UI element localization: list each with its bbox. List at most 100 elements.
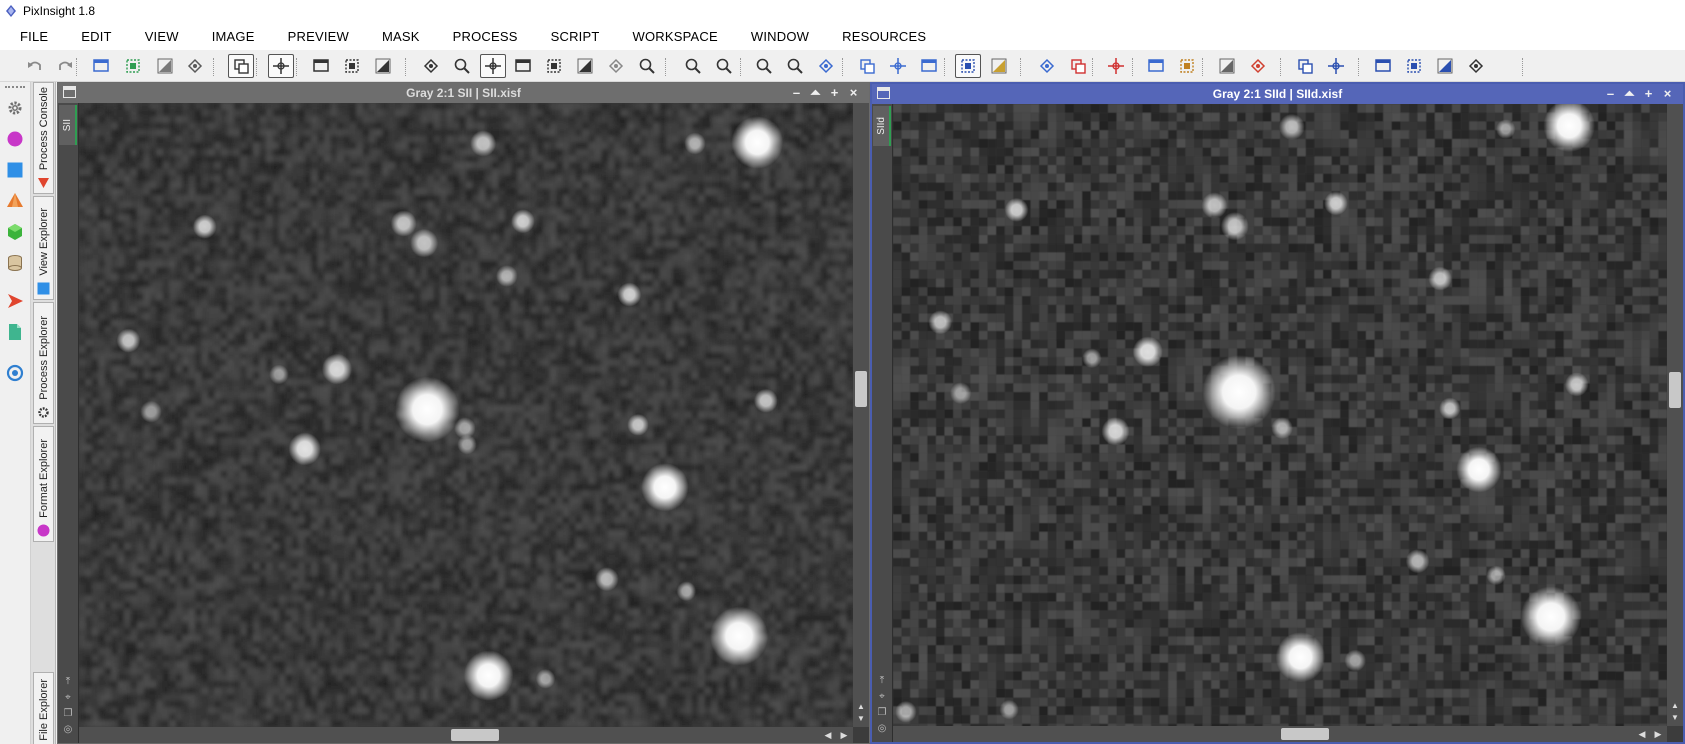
scroll-right-icon[interactable]: ▶ bbox=[1651, 726, 1665, 742]
center-button[interactable] bbox=[510, 54, 536, 78]
scroll-up-icon[interactable]: ▲ bbox=[1667, 700, 1683, 712]
fit-window-button[interactable] bbox=[854, 54, 880, 78]
autostretch-button[interactable] bbox=[916, 54, 942, 78]
menu-item-view[interactable]: VIEW bbox=[135, 25, 189, 48]
red-arrow-icon[interactable] bbox=[6, 292, 24, 310]
preview-new-button[interactable] bbox=[1143, 54, 1169, 78]
scroll-up-icon[interactable]: ▲ bbox=[853, 701, 869, 713]
image-viewport[interactable] bbox=[893, 104, 1667, 726]
mirror-h-button[interactable] bbox=[1401, 54, 1427, 78]
undo-button[interactable] bbox=[22, 54, 48, 78]
stretch-button[interactable] bbox=[885, 54, 911, 78]
vertical-scrollbar[interactable]: ▲ ▼ bbox=[853, 103, 869, 727]
star-field-image[interactable] bbox=[79, 103, 853, 727]
tab-process-console[interactable]: Process Console bbox=[33, 82, 54, 194]
database-icon[interactable] bbox=[6, 254, 24, 272]
close-button[interactable]: × bbox=[844, 83, 863, 103]
toolbar-grip[interactable] bbox=[5, 86, 25, 90]
view-button[interactable] bbox=[339, 54, 365, 78]
gear-icon[interactable] bbox=[6, 99, 24, 117]
clone-button[interactable] bbox=[268, 54, 294, 78]
view-tab-sii[interactable]: SII bbox=[59, 105, 77, 145]
tab-format-explorer[interactable]: Format Explorer bbox=[33, 426, 54, 542]
select-button[interactable] bbox=[603, 54, 629, 78]
image-window-sii[interactable]: Gray 2:1 SII | SII.xisf – ⏶ + × SII ⤒ ⌖ … bbox=[57, 82, 870, 744]
identifier-button[interactable] bbox=[88, 54, 114, 78]
scroll-right-icon[interactable]: ▶ bbox=[837, 727, 851, 743]
magenta-circle-icon[interactable] bbox=[6, 130, 24, 148]
star-field-image[interactable] bbox=[893, 104, 1667, 726]
window-title-bar[interactable]: Gray 2:1 SII | SII.xisf – ⏶ + × bbox=[58, 83, 869, 103]
horizontal-scroll-thumb[interactable] bbox=[451, 729, 499, 741]
blue-square-icon[interactable] bbox=[6, 161, 24, 179]
gray-button[interactable] bbox=[1214, 54, 1240, 78]
pan-button[interactable] bbox=[480, 54, 506, 78]
scroll-left-icon[interactable]: ◀ bbox=[821, 727, 835, 743]
menu-item-file[interactable]: FILE bbox=[10, 25, 58, 48]
hide-button[interactable] bbox=[152, 54, 178, 78]
shade-button[interactable]: ⏶ bbox=[806, 83, 825, 103]
new-instance-button[interactable] bbox=[228, 54, 254, 78]
crop-button[interactable] bbox=[1463, 54, 1489, 78]
menu-item-script[interactable]: SCRIPT bbox=[541, 25, 610, 48]
maximize-button[interactable]: + bbox=[825, 83, 844, 103]
menu-item-workspace[interactable]: WORKSPACE bbox=[623, 25, 728, 48]
preview-button[interactable] bbox=[541, 54, 567, 78]
screen-button[interactable] bbox=[955, 54, 981, 78]
redo-button[interactable] bbox=[52, 54, 78, 78]
mirror-v-button[interactable] bbox=[1432, 54, 1458, 78]
green-cube-icon[interactable] bbox=[6, 223, 24, 241]
readout-button[interactable] bbox=[418, 54, 444, 78]
minimize-button[interactable]: – bbox=[1601, 84, 1620, 104]
menu-item-resources[interactable]: RESOURCES bbox=[832, 25, 936, 48]
horizontal-scrollbar[interactable]: ◀ ▶ bbox=[79, 727, 853, 743]
scroll-down-icon[interactable]: ▼ bbox=[853, 713, 869, 725]
shade-button[interactable]: ⏶ bbox=[1620, 84, 1639, 104]
tab-file-explorer[interactable]: File Explorer bbox=[33, 672, 54, 744]
menu-item-preview[interactable]: PREVIEW bbox=[278, 25, 359, 48]
tool-copy-icon[interactable]: ❐ bbox=[61, 707, 75, 721]
horizontal-scroll-thumb[interactable] bbox=[1281, 728, 1329, 740]
tool-up-icon[interactable]: ⤒ bbox=[61, 675, 75, 689]
image-viewport[interactable] bbox=[79, 103, 853, 727]
color-button[interactable] bbox=[1245, 54, 1271, 78]
menu-item-process[interactable]: PROCESS bbox=[443, 25, 528, 48]
close-button[interactable]: × bbox=[1658, 84, 1677, 104]
menu-item-edit[interactable]: EDIT bbox=[71, 25, 121, 48]
tool-eye-icon[interactable]: ◎ bbox=[875, 722, 889, 736]
stf-button[interactable] bbox=[986, 54, 1012, 78]
tool-eye-icon[interactable]: ◎ bbox=[61, 723, 75, 737]
image-window-siid[interactable]: Gray 2:1 SIId | SIId.xisf – ⏶ + × SIId ⤒… bbox=[870, 82, 1685, 744]
window-menu-icon[interactable] bbox=[877, 87, 890, 99]
zoom-out-button[interactable] bbox=[680, 54, 706, 78]
mask-show-button[interactable] bbox=[1065, 54, 1091, 78]
vertical-scroll-thumb[interactable] bbox=[855, 371, 867, 407]
orange-pyramid-icon[interactable] bbox=[6, 192, 24, 210]
new-image-button[interactable] bbox=[120, 54, 146, 78]
mask-button[interactable] bbox=[370, 54, 396, 78]
green-document-icon[interactable] bbox=[6, 323, 24, 341]
duplicate-button[interactable] bbox=[308, 54, 334, 78]
tool-cross-icon[interactable]: ⌖ bbox=[61, 691, 75, 705]
rotate-180-button[interactable] bbox=[1370, 54, 1396, 78]
horizontal-scrollbar[interactable]: ◀ ▶ bbox=[893, 726, 1667, 742]
scroll-down-icon[interactable]: ▼ bbox=[1667, 712, 1683, 724]
tool-copy-icon[interactable]: ❐ bbox=[875, 706, 889, 720]
minimize-button[interactable]: – bbox=[787, 83, 806, 103]
menu-item-image[interactable]: IMAGE bbox=[202, 25, 265, 48]
zoom-fit-button[interactable] bbox=[449, 54, 475, 78]
scroll-left-icon[interactable]: ◀ bbox=[1635, 726, 1649, 742]
vertical-scrollbar[interactable]: ▲ ▼ bbox=[1667, 104, 1683, 726]
window-title-bar[interactable]: Gray 2:1 SIId | SIId.xisf – ⏶ + × bbox=[872, 84, 1683, 104]
maximize-button[interactable]: + bbox=[1639, 84, 1658, 104]
window-menu-icon[interactable] bbox=[63, 86, 76, 98]
dynamic-button[interactable] bbox=[572, 54, 598, 78]
preview-delete-button[interactable] bbox=[1174, 54, 1200, 78]
menu-item-mask[interactable]: MASK bbox=[372, 25, 430, 48]
fit-view-button[interactable] bbox=[813, 54, 839, 78]
unhide-button[interactable] bbox=[182, 54, 208, 78]
zoom-in-button[interactable] bbox=[634, 54, 660, 78]
zoom-1-button[interactable] bbox=[711, 54, 737, 78]
rotate-right-button[interactable] bbox=[1323, 54, 1349, 78]
menu-item-window[interactable]: WINDOW bbox=[741, 25, 819, 48]
